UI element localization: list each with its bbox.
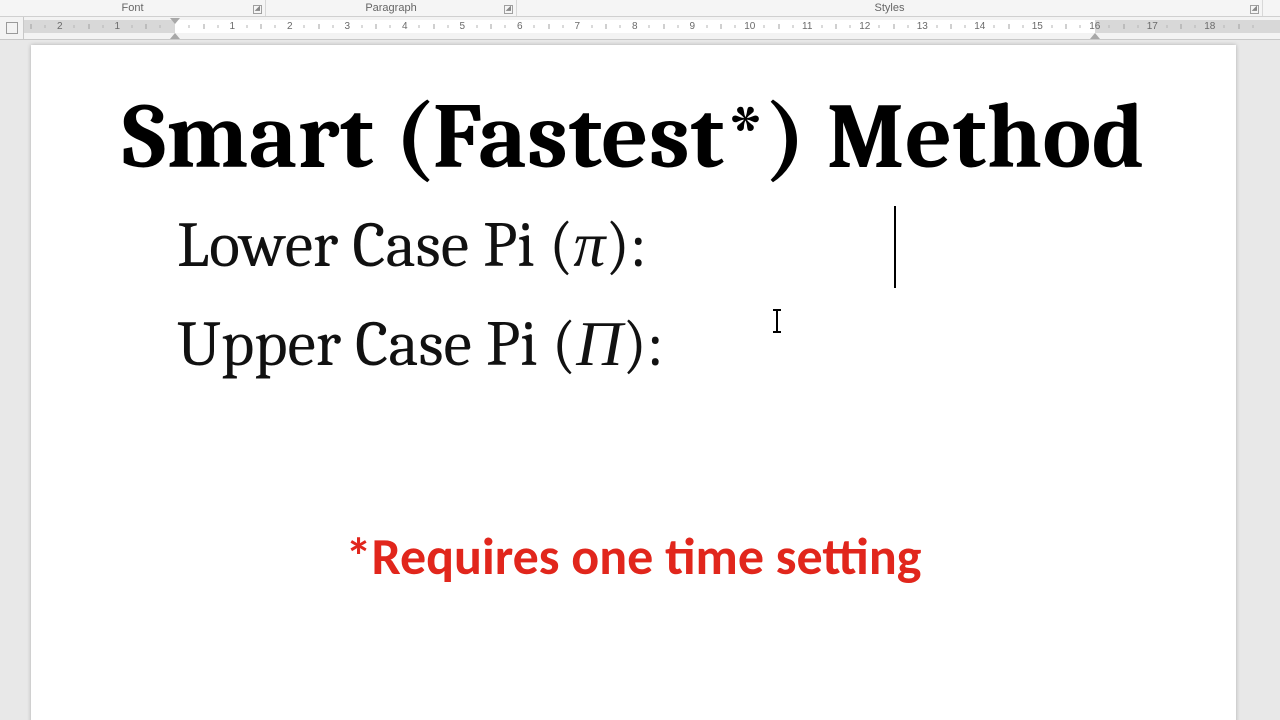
ruler-number: 14 — [974, 20, 985, 33]
ruler-number: 17 — [1147, 20, 1158, 33]
ribbon-group-font-label: Font — [121, 2, 143, 14]
ruler-number: 7 — [574, 20, 580, 33]
line1-pre: Lower Case Pi ( — [177, 208, 573, 282]
paragraph-dialog-launcher-icon[interactable]: ◢ — [504, 5, 513, 14]
ruler-number: 11 — [802, 20, 812, 33]
ruler-number: 13 — [917, 20, 928, 33]
right-indent-marker[interactable] — [1090, 33, 1100, 39]
ruler-scale[interactable]: 21123456789101112131415161718 — [24, 17, 1280, 39]
ruler-number: 12 — [859, 20, 870, 33]
document-workspace: Smart (Fastest*) Method Lower Case Pi (π… — [0, 40, 1280, 720]
document-page[interactable]: Smart (Fastest*) Method Lower Case Pi (π… — [31, 45, 1236, 720]
ruler-number: 5 — [459, 20, 465, 33]
font-dialog-launcher-icon[interactable]: ◢ — [253, 5, 262, 14]
line2-pre: Upper Case Pi ( — [177, 307, 576, 381]
ruler-number: 16 — [1089, 20, 1100, 33]
ruler-number: 15 — [1032, 20, 1043, 33]
mouse-ibeam-cursor-icon — [776, 310, 778, 332]
footnote-text[interactable]: *Requires one time setting — [31, 524, 1236, 588]
ruler-number: 6 — [517, 20, 523, 33]
ribbon-group-editing — [1263, 0, 1280, 16]
ruler-number: 1 — [114, 20, 120, 33]
ruler-number: 4 — [402, 20, 408, 33]
ribbon-group-labels: Font ◢ Paragraph ◢ Styles ◢ — [0, 0, 1280, 17]
ruler-number: 3 — [344, 20, 350, 33]
ribbon-group-styles-label: Styles — [875, 2, 905, 14]
ruler-number: 10 — [744, 20, 755, 33]
ruler-number: 18 — [1204, 20, 1215, 33]
ruler-number: 2 — [57, 20, 63, 33]
line1-post: ): — [605, 208, 646, 282]
pi-upper-symbol: Π — [576, 307, 622, 381]
tab-selector[interactable] — [0, 17, 24, 39]
line-lower-case-pi[interactable]: Lower Case Pi (π): — [177, 196, 1236, 295]
ribbon-group-paragraph: Paragraph ◢ — [266, 0, 517, 16]
ribbon-group-font: Font ◢ — [0, 0, 266, 16]
ruler-number: 9 — [689, 20, 695, 33]
styles-dialog-launcher-icon[interactable]: ◢ — [1250, 5, 1259, 14]
ruler-number: 1 — [229, 20, 235, 33]
ribbon-group-paragraph-label: Paragraph — [365, 2, 416, 14]
text-caret — [894, 206, 896, 288]
ribbon-group-styles: Styles ◢ — [517, 0, 1263, 16]
ruler-number: 8 — [632, 20, 638, 33]
pi-lower-symbol: π — [573, 208, 605, 282]
first-line-indent-marker[interactable] — [170, 18, 180, 24]
ruler-number: 2 — [287, 20, 293, 33]
line-upper-case-pi[interactable]: Upper Case Pi (Π): — [177, 295, 1236, 394]
line2-post: ): — [622, 307, 663, 381]
horizontal-ruler[interactable]: 21123456789101112131415161718 — [0, 17, 1280, 40]
document-title[interactable]: Smart (Fastest*) Method — [51, 89, 1216, 186]
